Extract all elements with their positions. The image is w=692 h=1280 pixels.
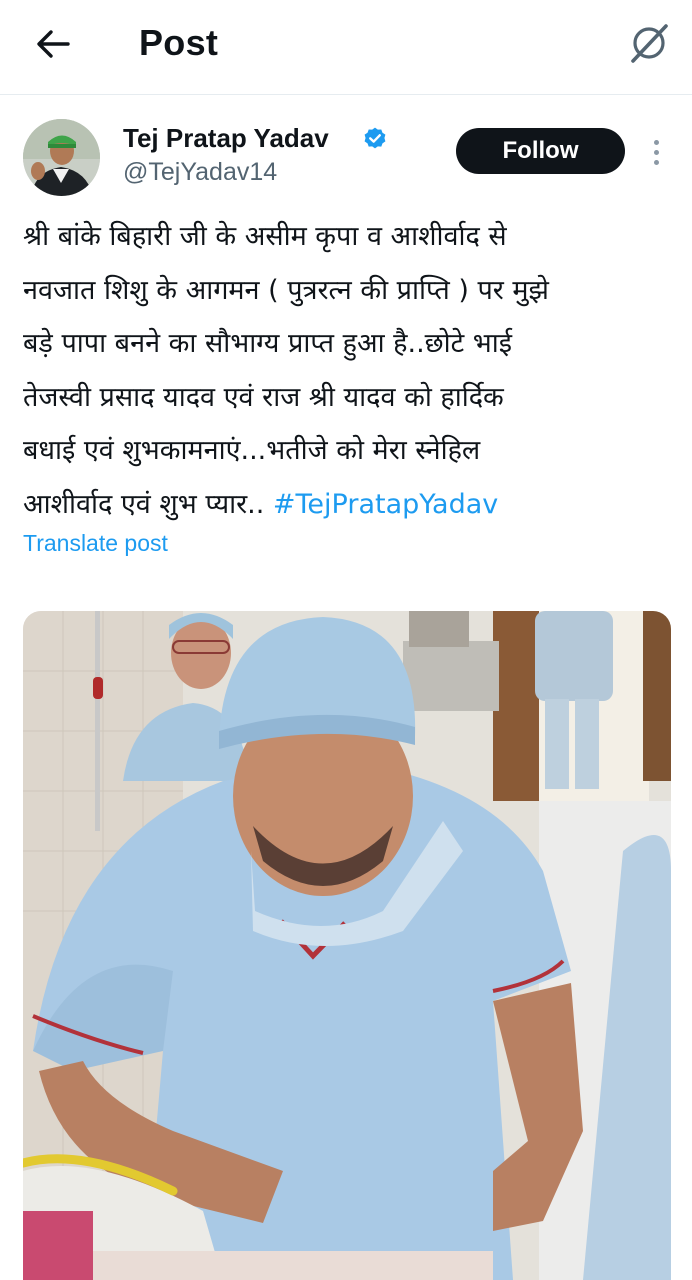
translate-post-link[interactable]: Translate post (23, 530, 168, 557)
post-text-line: बड़े पापा बनने का सौभाग्य प्राप्त हुआ है… (23, 328, 513, 360)
arrow-left-icon (37, 30, 70, 58)
avatar[interactable] (23, 119, 100, 196)
hashtag-link[interactable]: #TejPratapYadav (273, 489, 498, 520)
more-dot-icon (653, 149, 659, 155)
grok-icon (631, 24, 668, 63)
post-text-line: नवजात शिशु के आगमन ( पुत्ररत्न की प्राप्… (23, 274, 549, 306)
verified-badge-icon (364, 127, 386, 149)
follow-button[interactable]: Follow (456, 128, 625, 174)
post-text-line-last: आशीर्वाद एवं शुभ प्यार.. #TejPratapYadav (23, 478, 673, 532)
back-button[interactable] (30, 24, 76, 64)
top-bar: Post (0, 0, 692, 92)
grok-button[interactable] (624, 18, 674, 68)
post-image[interactable] (23, 611, 671, 1280)
post-text: श्री बांके बिहारी जी के असीम कृपा व आशीर… (23, 210, 673, 532)
post-text-line: श्री बांके बिहारी जी के असीम कृपा व आशीर… (23, 221, 507, 252)
more-dot-icon (653, 159, 659, 165)
header-divider (0, 94, 692, 95)
more-dot-icon (653, 139, 659, 145)
author-name[interactable]: Tej Pratap Yadav (123, 123, 329, 154)
post-text-line: बधाई एवं शुभकामनाएं...भतीजे को मेरा स्ने… (23, 435, 481, 467)
more-options-button[interactable] (640, 132, 672, 172)
post-text-fragment: आशीर्वाद एवं शुभ प्यार.. (23, 488, 273, 520)
post-text-line: तेजस्वी प्रसाद यादव एवं राज श्री यादव को… (23, 381, 504, 413)
author-handle[interactable]: @TejYadav14 (123, 158, 277, 187)
page-title: Post (139, 22, 219, 63)
